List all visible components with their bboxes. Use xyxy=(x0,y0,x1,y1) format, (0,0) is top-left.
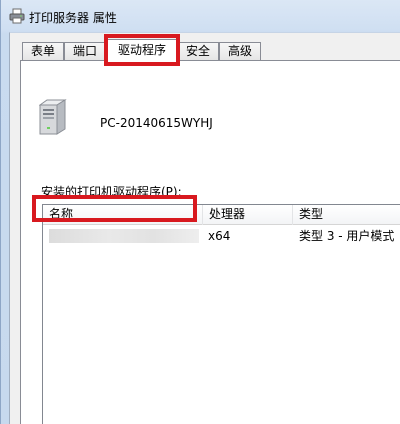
driver-name-cell xyxy=(43,225,203,247)
title-bar[interactable]: 打印服务器 属性 xyxy=(1,0,400,33)
tab-security[interactable]: 安全 xyxy=(177,42,219,62)
table-row[interactable]: x64 类型 3 - 用户模式 xyxy=(43,225,400,247)
drivers-list[interactable]: 名称 处理器 类型 x64 类型 3 - 用户模式 xyxy=(42,204,400,424)
driver-processor-cell: x64 xyxy=(208,229,231,243)
computer-tower-icon xyxy=(39,99,67,135)
drivers-tab-panel: PC-20140615WYHJ 安装的打印机驱动程序(P): 名称 处理器 类型… xyxy=(20,60,400,424)
tab-ports[interactable]: 端口 xyxy=(64,42,106,62)
column-header-name[interactable]: 名称 xyxy=(43,205,203,225)
tab-advanced[interactable]: 高级 xyxy=(219,42,261,62)
tab-drivers[interactable]: 驱动程序 xyxy=(107,39,177,63)
driver-type-cell: 类型 3 - 用户模式 xyxy=(299,229,395,243)
redacted-driver-name xyxy=(49,229,199,243)
tab-forms[interactable]: 表单 xyxy=(22,42,64,62)
installed-drivers-label: 安装的打印机驱动程序(P): xyxy=(41,185,182,199)
column-header-type[interactable]: 类型 xyxy=(293,205,400,225)
column-header-processor[interactable]: 处理器 xyxy=(203,205,293,225)
printer-icon xyxy=(9,8,25,24)
window-title: 打印服务器 属性 xyxy=(29,11,117,25)
print-server-properties-window: 打印服务器 属性 表单 端口 驱动程序 安全 高级 PC-20140615WYH… xyxy=(0,0,400,424)
drivers-list-header: 名称 处理器 类型 xyxy=(43,205,400,225)
computer-name: PC-20140615WYHJ xyxy=(100,116,213,130)
dialog-body: 表单 端口 驱动程序 安全 高级 PC-20140615WYHJ 安装的打印机驱… xyxy=(9,32,400,424)
tab-strip: 表单 端口 驱动程序 安全 高级 xyxy=(20,39,400,63)
